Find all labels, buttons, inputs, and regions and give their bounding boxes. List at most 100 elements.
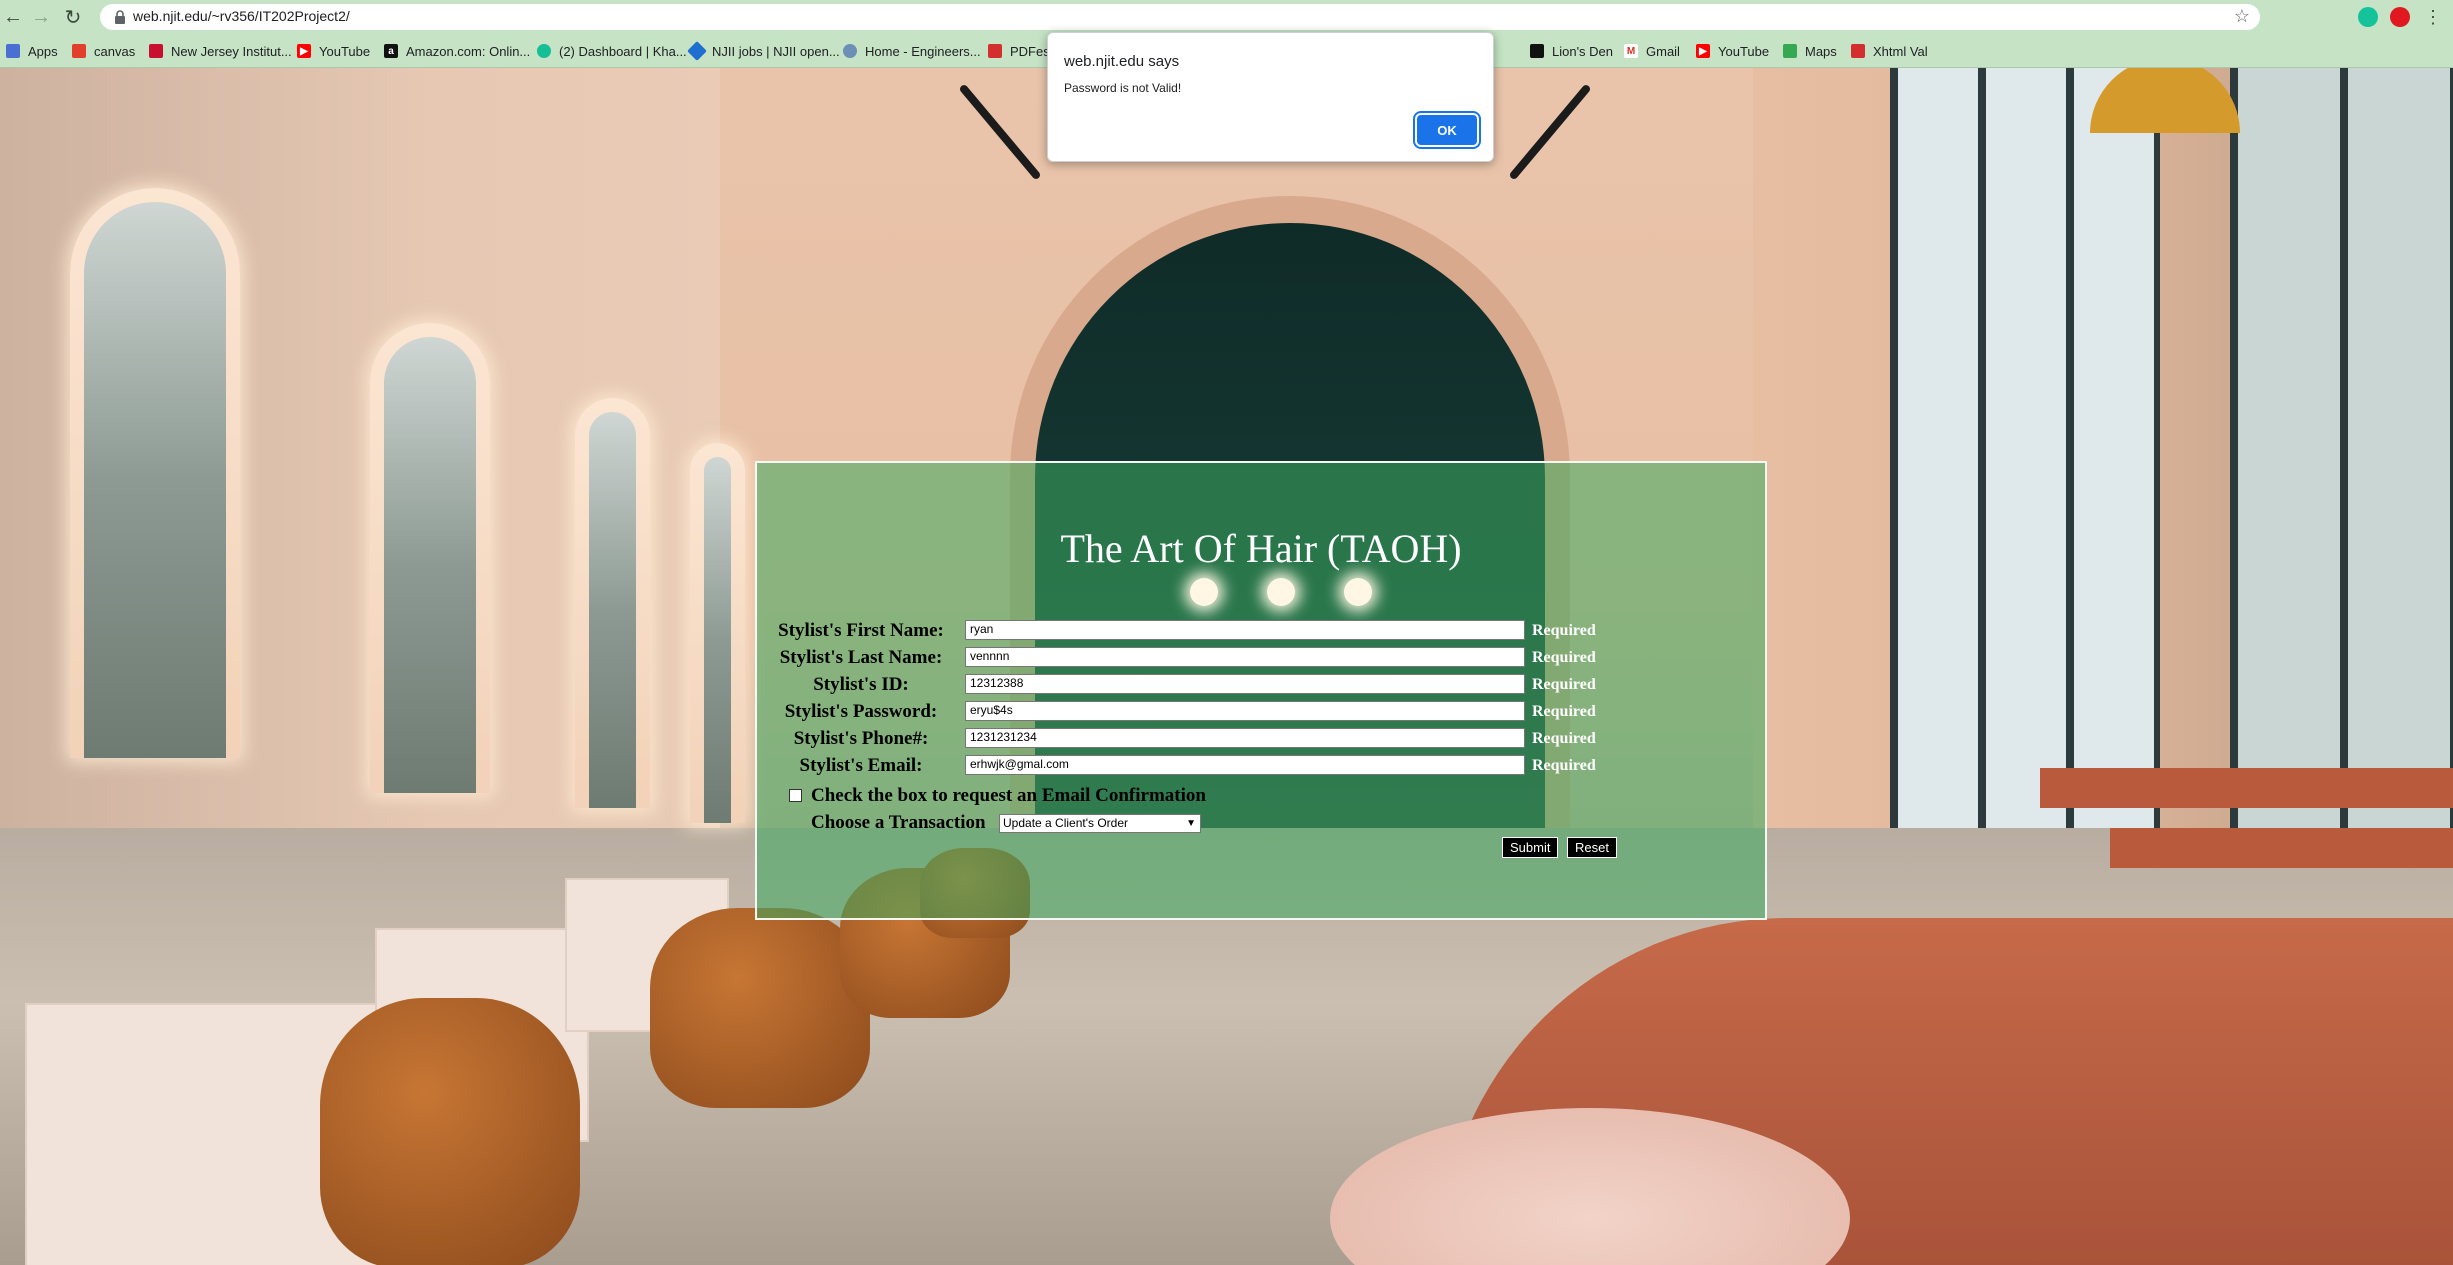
alert-dialog: web.njit.edu says Password is not Valid!… (1047, 32, 1494, 162)
bookmark-label: Maps (1805, 43, 1837, 59)
bookmark-xhtml-validator[interactable]: Xhtml Val (1851, 41, 1928, 61)
alert-ok-button[interactable]: OK (1417, 115, 1477, 145)
bookmark-label: Gmail (1646, 43, 1680, 59)
stylist-form-panel: The Art Of Hair (TAOH) Stylist's First N… (755, 461, 1767, 920)
bookmark-canvas[interactable]: canvas (72, 41, 135, 61)
background-track-light (1508, 83, 1592, 181)
bookmark-label: Xhtml Val (1873, 43, 1928, 59)
background-globe-light (1344, 578, 1372, 606)
background-chair (320, 998, 580, 1265)
bookmark-star-icon[interactable]: ☆ (2234, 6, 2250, 27)
background-window (2230, 68, 2453, 948)
bookmark-label: Lion's Den (1552, 43, 1614, 59)
email-label: Stylist's Email: (799, 755, 923, 776)
reload-icon[interactable]: ↻ (60, 4, 86, 30)
first-name-row: Stylist's First Name: ryan Required (757, 620, 1769, 642)
browser-toolbar: ← → ↻ web.njit.edu/~rv356/IT202Project2/… (0, 0, 2453, 35)
stylist-id-row: Stylist's ID: 12312388 Required (757, 674, 1769, 696)
amazon-icon: a (384, 44, 398, 58)
email-input[interactable]: erhwjk@gmal.com (965, 755, 1525, 775)
lion-den-icon (1530, 44, 1544, 58)
background-globe-light (1190, 578, 1218, 606)
bookmark-maps[interactable]: Maps (1783, 41, 1837, 61)
bookmark-label: canvas (94, 43, 136, 59)
transaction-row: Choose a Transaction Update a Client's O… (757, 812, 1769, 834)
background-mirror (690, 443, 745, 823)
transaction-selected-value: Update a Client's Order (1003, 816, 1129, 830)
background-chair (650, 908, 870, 1108)
last-name-row: Stylist's Last Name: vennnn Required (757, 647, 1769, 669)
last-name-required: Required (1532, 649, 1596, 666)
background-mirror (370, 323, 490, 793)
stylist-id-required: Required (1532, 676, 1596, 693)
bookmark-lions-den[interactable]: Lion's Den (1530, 41, 1613, 61)
adblock-extension-icon[interactable] (2390, 7, 2410, 27)
apps-grid-icon (6, 44, 20, 58)
pdf-icon (988, 44, 1002, 58)
youtube-icon: ▶ (1696, 44, 1710, 58)
stylist-id-label: Stylist's ID: (813, 674, 909, 695)
phone-input[interactable]: 1231231234 (965, 728, 1525, 748)
background-track-light (958, 83, 1042, 181)
chevron-down-icon: ▼ (1186, 818, 1196, 829)
background-shelf (2040, 768, 2453, 808)
reset-button[interactable]: Reset (1567, 837, 1617, 858)
globe-icon (843, 44, 857, 58)
grammarly-extension-icon[interactable] (2358, 7, 2378, 27)
maps-icon (1783, 44, 1797, 58)
phone-label: Stylist's Phone#: (793, 728, 929, 749)
password-required: Required (1532, 703, 1596, 720)
address-bar[interactable]: web.njit.edu/~rv356/IT202Project2/ ☆ (100, 4, 2260, 30)
canvas-icon (72, 44, 86, 58)
youtube-icon: ▶ (297, 44, 311, 58)
bookmark-youtube[interactable]: ▶ YouTube (297, 41, 370, 61)
gmail-icon: M (1624, 44, 1638, 58)
bookmark-apps[interactable]: Apps (6, 41, 58, 61)
phone-required: Required (1532, 730, 1596, 747)
bookmark-label: Apps (28, 43, 58, 59)
bookmark-label: Amazon.com: Onlin... (406, 43, 531, 59)
bookmark-khan-academy[interactable]: (2) Dashboard | Kha... (537, 41, 687, 61)
email-required: Required (1532, 757, 1596, 774)
email-confirmation-row: Check the box to request an Email Confir… (757, 785, 1769, 807)
bookmark-njii[interactable]: NJII jobs | NJII open... (687, 41, 840, 61)
submit-button[interactable]: Submit (1502, 837, 1559, 858)
first-name-label: Stylist's First Name: (778, 620, 944, 641)
email-confirmation-label: Check the box to request an Email Confir… (811, 785, 1206, 806)
bookmark-label: YouTube (1718, 43, 1770, 59)
bookmark-amazon[interactable]: a Amazon.com: Onlin... (384, 41, 530, 61)
email-row: Stylist's Email: erhwjk@gmal.com Require… (757, 755, 1769, 777)
menu-kebab-icon[interactable]: ⋮ (2420, 4, 2446, 30)
password-label: Stylist's Password: (784, 701, 938, 722)
alert-message: Password is not Valid! (1064, 81, 1182, 95)
bookmark-label: NJII jobs | NJII open... (712, 43, 840, 59)
bookmark-youtube-2[interactable]: ▶ YouTube (1696, 41, 1769, 61)
password-row: Stylist's Password: eryu$4s Required (757, 701, 1769, 723)
bookmark-engineers[interactable]: Home - Engineers... (843, 41, 981, 61)
back-arrow-icon[interactable]: ← (0, 4, 26, 30)
bookmark-njit[interactable]: New Jersey Institut... (149, 41, 292, 61)
url-text: web.njit.edu/~rv356/IT202Project2/ (133, 8, 350, 24)
background-window (1890, 68, 2160, 948)
transaction-label: Choose a Transaction (811, 812, 986, 833)
transaction-select[interactable]: Update a Client's Order ▼ (999, 814, 1201, 833)
background-mirror (70, 188, 240, 758)
bookmark-label: YouTube (319, 43, 371, 59)
forward-arrow-icon[interactable]: → (28, 4, 54, 30)
bookmark-gmail[interactable]: M Gmail (1624, 41, 1680, 61)
first-name-input[interactable]: ryan (965, 620, 1525, 640)
last-name-input[interactable]: vennnn (965, 647, 1525, 667)
password-input[interactable]: eryu$4s (965, 701, 1525, 721)
bookmark-label: Home - Engineers... (865, 43, 981, 59)
first-name-required: Required (1532, 622, 1596, 639)
page-title: The Art Of Hair (TAOH) (1060, 526, 1462, 571)
njii-icon (687, 41, 707, 61)
njit-icon (149, 44, 163, 58)
email-confirmation-checkbox[interactable] (789, 789, 802, 802)
last-name-label: Stylist's Last Name: (779, 647, 943, 668)
background-globe-light (1267, 578, 1295, 606)
validator-icon (1851, 44, 1865, 58)
alert-host: web.njit.edu says (1064, 53, 1180, 70)
stylist-id-input[interactable]: 12312388 (965, 674, 1525, 694)
bookmark-pdfesc[interactable]: PDFesc (988, 41, 1056, 61)
